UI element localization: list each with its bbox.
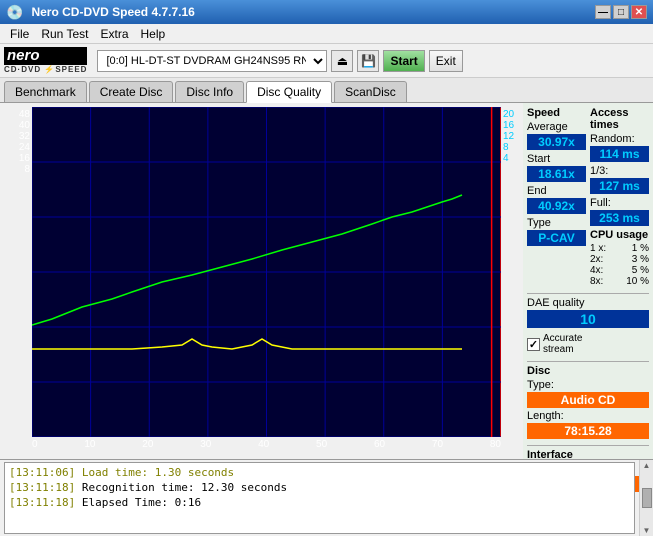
tab-create-disc[interactable]: Create Disc xyxy=(89,81,174,102)
type-label: Type xyxy=(527,217,586,229)
exit-button[interactable]: Exit xyxy=(429,50,463,72)
close-button[interactable]: ✕ xyxy=(631,5,647,19)
tab-benchmark[interactable]: Benchmark xyxy=(4,81,87,102)
eject-icon[interactable]: ⏏ xyxy=(331,50,353,72)
window-controls: — □ ✕ xyxy=(595,5,647,19)
access-times-section: Access times Random: 114 ms 1/3: 127 ms … xyxy=(590,107,649,287)
tab-scandisc[interactable]: ScanDisc xyxy=(334,81,407,102)
dae-section: DAE quality 10 xyxy=(527,293,649,328)
disc-type-value: Audio CD xyxy=(527,392,649,408)
interface-header: Interface xyxy=(527,449,649,461)
right-panel: Speed Average 30.97x Start 18.61x End 40… xyxy=(523,103,653,459)
tab-disc-info[interactable]: Disc Info xyxy=(175,81,244,102)
start-button[interactable]: Start xyxy=(383,50,424,72)
average-value: 30.97x xyxy=(527,134,586,150)
2x-value: 3 % xyxy=(632,254,649,265)
speed-section: Speed Average 30.97x Start 18.61x End 40… xyxy=(527,107,586,287)
dae-value: 10 xyxy=(527,310,649,328)
accurate-stream-checkbox[interactable]: ✓ xyxy=(527,338,540,351)
log-entry-3: [13:11:18] Elapsed Time: 0:16 xyxy=(9,495,630,510)
x-axis-labels: 0 10 20 30 40 50 60 70 80 xyxy=(32,439,501,450)
scrollbar-up[interactable]: ▲ xyxy=(643,461,651,470)
app-subtitle: CD·DVD ⚡SPEED xyxy=(4,65,87,74)
log-entry-2: [13:11:18] Recognition time: 12.30 secon… xyxy=(9,480,630,495)
toolbar: nero CD·DVD ⚡SPEED [0:0] HL-DT-ST DVDRAM… xyxy=(0,44,653,78)
access-times-header: Access times xyxy=(590,107,649,131)
log-entry-1: [13:11:06] Load time: 1.30 seconds xyxy=(9,465,630,480)
type-value: P-CAV xyxy=(527,230,586,246)
dae-label: DAE quality xyxy=(527,297,649,309)
y-axis-left: 48 40 32 24 16 8 xyxy=(4,107,30,186)
average-label: Average xyxy=(527,121,586,133)
4x-value: 5 % xyxy=(632,265,649,276)
window-title: Nero CD-DVD Speed 4.7.7.16 xyxy=(31,5,194,19)
main-content: 48 40 32 24 16 8 20 16 12 8 4 0 10 20 30… xyxy=(0,103,653,459)
random-label: Random: xyxy=(590,133,649,145)
one-third-value: 127 ms xyxy=(590,178,649,194)
cpu-usage-header: CPU usage xyxy=(590,229,649,241)
full-value: 253 ms xyxy=(590,210,649,226)
cpu-usage-section: CPU usage 1 x: 1 % 2x: 3 % 4x: 5 % 8x: xyxy=(590,229,649,287)
y-axis-right: 20 16 12 8 4 xyxy=(503,107,523,175)
log-area[interactable]: [13:11:06] Load time: 1.30 seconds [13:1… xyxy=(4,462,635,534)
start-label: Start xyxy=(527,153,586,165)
tab-bar: Benchmark Create Disc Disc Info Disc Qua… xyxy=(0,78,653,103)
disc-section: Disc Type: Audio CD Length: 78:15.28 xyxy=(527,361,649,439)
one-third-label: 1/3: xyxy=(590,165,649,177)
2x-label: 2x: xyxy=(590,254,603,265)
nero-logo: nero xyxy=(4,47,87,65)
scrollbar-down[interactable]: ▼ xyxy=(643,526,651,535)
disc-length-value: 78:15.28 xyxy=(527,423,649,439)
save-icon[interactable]: 💾 xyxy=(357,50,379,72)
chart-svg xyxy=(32,107,501,437)
menu-file[interactable]: File xyxy=(4,26,35,42)
disc-length-label: Length: xyxy=(527,410,649,422)
menu-help[interactable]: Help xyxy=(135,26,172,42)
menu-extra[interactable]: Extra xyxy=(94,26,134,42)
end-value: 40.92x xyxy=(527,198,586,214)
speed-header: Speed xyxy=(527,107,586,119)
8x-value: 10 % xyxy=(626,276,649,287)
accurate-stream-label: Accurate stream xyxy=(543,333,582,355)
random-value: 114 ms xyxy=(590,146,649,162)
menu-bar: File Run Test Extra Help xyxy=(0,24,653,44)
log-scrollbar[interactable]: ▲ ▼ xyxy=(639,460,653,536)
scrollbar-thumb[interactable] xyxy=(642,488,652,508)
disc-header: Disc xyxy=(527,365,649,377)
accurate-stream-section: ✓ Accurate stream xyxy=(527,333,649,355)
chart-wrapper: 48 40 32 24 16 8 20 16 12 8 4 0 10 20 30… xyxy=(4,107,523,455)
8x-label: 8x: xyxy=(590,276,603,287)
end-label: End xyxy=(527,185,586,197)
tab-disc-quality[interactable]: Disc Quality xyxy=(246,81,332,103)
speed-access-section: Speed Average 30.97x Start 18.61x End 40… xyxy=(527,107,649,287)
4x-label: 4x: xyxy=(590,265,603,276)
1x-label: 1 x: xyxy=(590,243,606,254)
title-bar: 💿 Nero CD-DVD Speed 4.7.7.16 — □ ✕ xyxy=(0,0,653,24)
disc-type-label: Type: xyxy=(527,379,649,391)
1x-value: 1 % xyxy=(632,243,649,254)
log-container: [13:11:06] Load time: 1.30 seconds [13:1… xyxy=(0,459,653,536)
drive-select[interactable]: [0:0] HL-DT-ST DVDRAM GH24NS95 RN02 xyxy=(97,50,327,72)
maximize-button[interactable]: □ xyxy=(613,5,629,19)
start-value: 18.61x xyxy=(527,166,586,182)
full-label: Full: xyxy=(590,197,649,209)
minimize-button[interactable]: — xyxy=(595,5,611,19)
menu-run-test[interactable]: Run Test xyxy=(35,26,94,42)
